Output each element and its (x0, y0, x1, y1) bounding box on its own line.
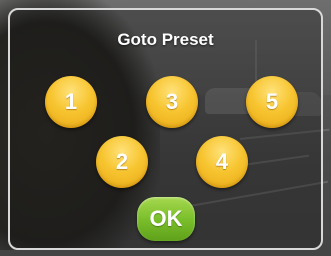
camera-view: Goto Preset 1 3 5 2 4 OK (0, 0, 331, 256)
preset-1-button[interactable]: 1 (45, 76, 97, 128)
preset-5-button[interactable]: 5 (246, 76, 298, 128)
preset-3-button[interactable]: 3 (146, 76, 198, 128)
preset-4-button[interactable]: 4 (196, 136, 248, 188)
dialog-title: Goto Preset (117, 30, 214, 49)
preset-2-button[interactable]: 2 (96, 136, 148, 188)
ok-button[interactable]: OK (137, 197, 195, 241)
